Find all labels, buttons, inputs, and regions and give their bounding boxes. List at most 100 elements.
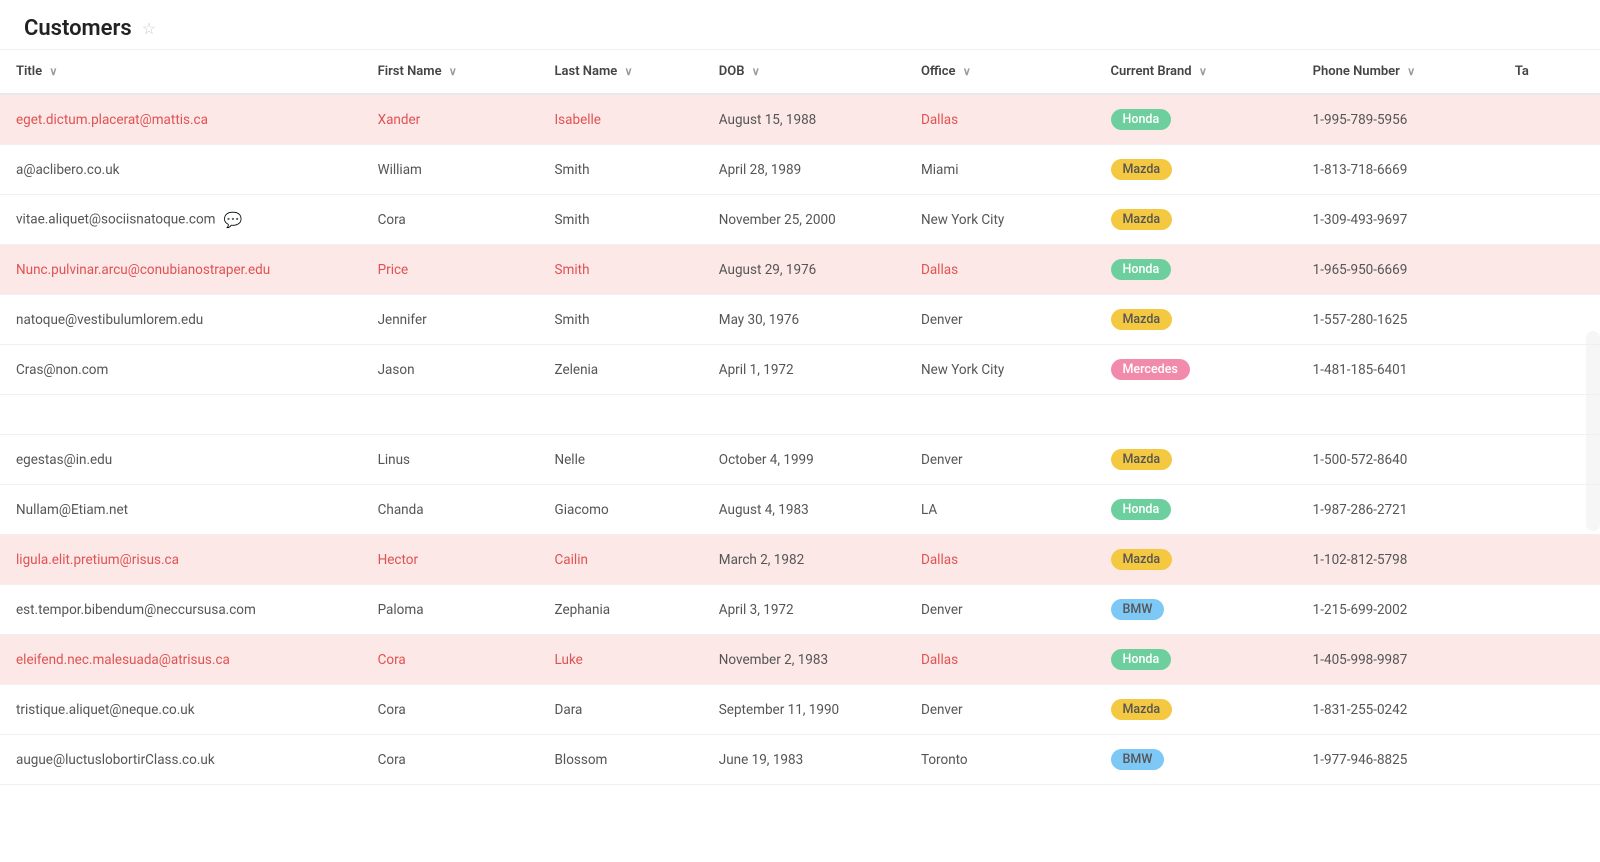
cell-lastname: Dara	[539, 685, 703, 735]
cell-phone: 1-500-572-8640	[1297, 435, 1499, 485]
cell-ta	[1499, 635, 1600, 685]
cell-office: Dallas	[905, 245, 1095, 295]
col-header-firstname[interactable]: First Name ∨	[362, 50, 539, 94]
cell-lastname: Zelenia	[539, 345, 703, 395]
cell-dob: March 2, 1982	[703, 535, 905, 585]
cell-dob: September 11, 1990	[703, 685, 905, 735]
customers-table: Title ∨ First Name ∨ Last Name ∨ DOB ∨ O…	[0, 50, 1600, 785]
table-row[interactable]: Cras@non.comJasonZeleniaApril 1, 1972New…	[0, 345, 1600, 395]
cell-lastname: Nelle	[539, 435, 703, 485]
cell-title: est.tempor.bibendum@neccursusa.com	[0, 585, 362, 635]
table-row[interactable]: tristique.aliquet@neque.co.ukCoraDaraSep…	[0, 685, 1600, 735]
cell-title: eleifend.nec.malesuada@atrisus.ca	[0, 635, 362, 685]
table-row[interactable]: vitae.aliquet@sociisnatoque.com💬CoraSmit…	[0, 195, 1600, 245]
cell-phone: 1-831-255-0242	[1297, 685, 1499, 735]
brand-badge: BMW	[1111, 599, 1165, 620]
cell-phone: 1-405-998-9987	[1297, 635, 1499, 685]
brand-badge: Honda	[1111, 109, 1172, 130]
cell-office: Denver	[905, 685, 1095, 735]
cell-ta	[1499, 94, 1600, 145]
table-row[interactable]: eget.dictum.placerat@mattis.caXanderIsab…	[0, 94, 1600, 145]
cell-brand: Mazda	[1095, 685, 1297, 735]
sort-icon-brand: ∨	[1199, 65, 1207, 78]
cell-title: a@aclibero.co.uk	[0, 145, 362, 195]
cell-ta	[1499, 685, 1600, 735]
scrollbar[interactable]	[1586, 331, 1600, 531]
brand-badge: Mazda	[1111, 449, 1173, 470]
cell-phone: 1-215-699-2002	[1297, 585, 1499, 635]
cell-dob: October 4, 1999	[703, 435, 905, 485]
cell-brand: Mazda	[1095, 535, 1297, 585]
table-row[interactable]: augue@luctuslobortirClass.co.ukCoraBloss…	[0, 735, 1600, 785]
sort-icon-lastname: ∨	[625, 65, 633, 78]
col-header-brand[interactable]: Current Brand ∨	[1095, 50, 1297, 94]
col-header-title[interactable]: Title ∨	[0, 50, 362, 94]
col-header-lastname[interactable]: Last Name ∨	[539, 50, 703, 94]
cell-dob: May 30, 1976	[703, 295, 905, 345]
table-row[interactable]: ligula.elit.pretium@risus.caHectorCailin…	[0, 535, 1600, 585]
cell-phone: 1-995-789-5956	[1297, 94, 1499, 145]
table-row[interactable]: Nullam@Etiam.netChandaGiacomoAugust 4, 1…	[0, 485, 1600, 535]
col-header-dob[interactable]: DOB ∨	[703, 50, 905, 94]
cell-office: Denver	[905, 435, 1095, 485]
cell-title: vitae.aliquet@sociisnatoque.com💬	[0, 195, 362, 245]
brand-badge: Honda	[1111, 259, 1172, 280]
cell-ta	[1499, 145, 1600, 195]
table-row[interactable]: a@aclibero.co.ukWilliamSmithApril 28, 19…	[0, 145, 1600, 195]
cell-brand: Mazda	[1095, 295, 1297, 345]
cell-phone: 1-557-280-1625	[1297, 295, 1499, 345]
col-header-office[interactable]: Office ∨	[905, 50, 1095, 94]
cell-office: Toronto	[905, 735, 1095, 785]
brand-badge: Mazda	[1111, 209, 1173, 230]
cell-ta	[1499, 585, 1600, 635]
brand-badge: Mazda	[1111, 309, 1173, 330]
cell-ta	[1499, 735, 1600, 785]
cell-ta	[1499, 245, 1600, 295]
sort-icon-dob: ∨	[752, 65, 760, 78]
cell-brand: Honda	[1095, 94, 1297, 145]
table-row[interactable]: est.tempor.bibendum@neccursusa.comPaloma…	[0, 585, 1600, 635]
cell-phone: 1-309-493-9697	[1297, 195, 1499, 245]
cell-title: Nullam@Etiam.net	[0, 485, 362, 535]
sort-icon-firstname: ∨	[449, 65, 457, 78]
col-header-phone[interactable]: Phone Number ∨	[1297, 50, 1499, 94]
cell-title: Nunc.pulvinar.arcu@conubianostraper.edu	[0, 245, 362, 295]
cell-office: Dallas	[905, 635, 1095, 685]
cell-lastname: Blossom	[539, 735, 703, 785]
cell-title: ligula.elit.pretium@risus.ca	[0, 535, 362, 585]
cell-ta	[1499, 435, 1600, 485]
cell-brand: Mazda	[1095, 435, 1297, 485]
sort-icon-office: ∨	[963, 65, 971, 78]
cell-office: Denver	[905, 295, 1095, 345]
chat-icon[interactable]: 💬	[224, 211, 243, 229]
cell-lastname: Zephania	[539, 585, 703, 635]
cell-ta	[1499, 195, 1600, 245]
cell-firstname: Cora	[362, 735, 539, 785]
sort-icon-phone: ∨	[1407, 65, 1415, 78]
table-row[interactable]: Nunc.pulvinar.arcu@conubianostraper.eduP…	[0, 245, 1600, 295]
cell-firstname: Xander	[362, 94, 539, 145]
cell-phone: 1-481-185-6401	[1297, 345, 1499, 395]
cell-firstname: Linus	[362, 435, 539, 485]
table-row[interactable]: natoque@vestibulumlorem.eduJenniferSmith…	[0, 295, 1600, 345]
cell-brand: Mazda	[1095, 145, 1297, 195]
cell-lastname: Isabelle	[539, 94, 703, 145]
cell-office: New York City	[905, 345, 1095, 395]
table-header-row: Title ∨ First Name ∨ Last Name ∨ DOB ∨ O…	[0, 50, 1600, 94]
favorite-star-icon[interactable]: ☆	[142, 19, 156, 38]
table-row[interactable]: eleifend.nec.malesuada@atrisus.caCoraLuk…	[0, 635, 1600, 685]
cell-firstname: Cora	[362, 635, 539, 685]
table-row[interactable]: egestas@in.eduLinusNelleOctober 4, 1999D…	[0, 435, 1600, 485]
brand-badge: Mazda	[1111, 549, 1173, 570]
cell-dob: August 15, 1988	[703, 94, 905, 145]
cell-office: LA	[905, 485, 1095, 535]
cell-office: New York City	[905, 195, 1095, 245]
cell-brand: Honda	[1095, 485, 1297, 535]
cell-brand: BMW	[1095, 585, 1297, 635]
cell-lastname: Cailin	[539, 535, 703, 585]
table-row-empty	[0, 395, 1600, 435]
cell-dob: April 28, 1989	[703, 145, 905, 195]
col-header-ta: Ta	[1499, 50, 1600, 94]
sort-icon-title: ∨	[49, 65, 57, 78]
cell-phone: 1-813-718-6669	[1297, 145, 1499, 195]
